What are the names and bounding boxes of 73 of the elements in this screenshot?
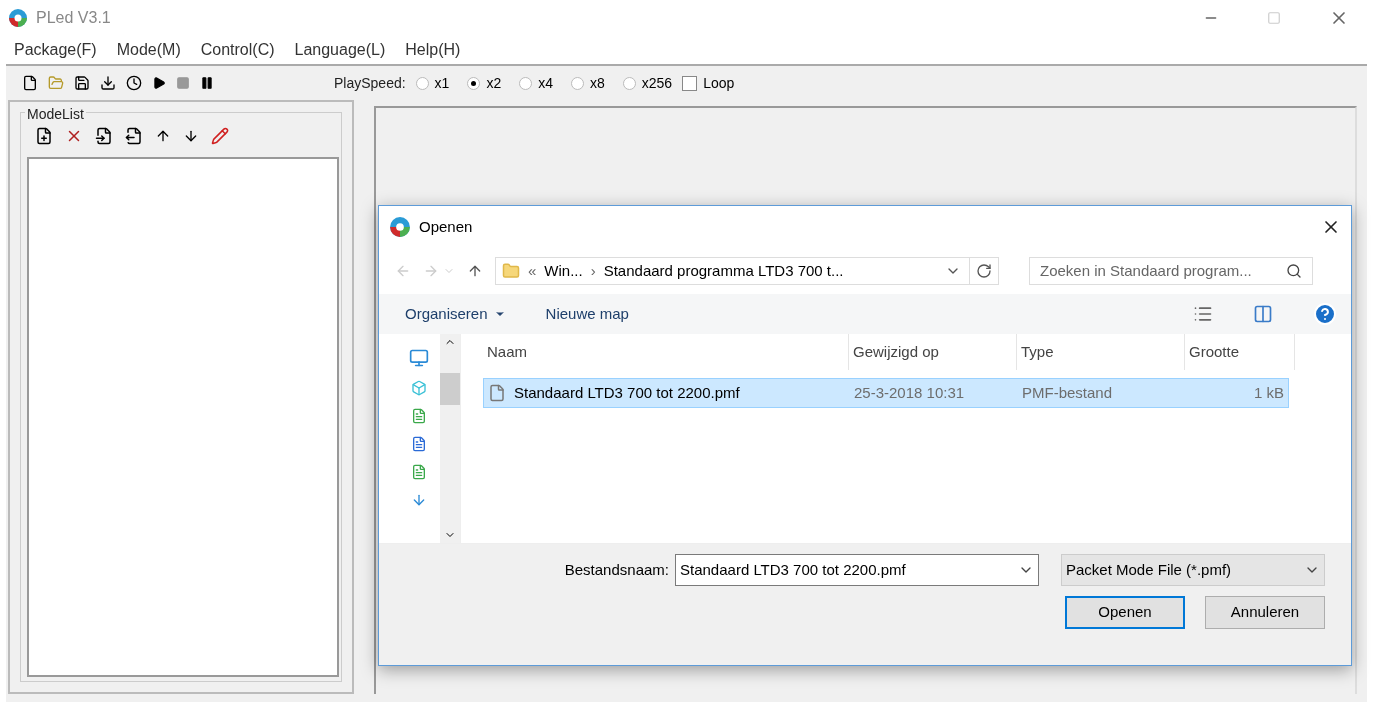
scrollbar-thumb[interactable] — [440, 372, 460, 405]
playspeed-label: PlaySpeed: — [334, 73, 406, 93]
edit-icon[interactable] — [211, 127, 229, 145]
menu-item[interactable]: Help(H) — [405, 38, 461, 62]
file-type: PMF-bestand — [1021, 382, 1114, 403]
pause-icon[interactable] — [200, 76, 214, 90]
move-down-icon[interactable] — [183, 128, 199, 144]
file-modified: 25-3-2018 10:31 — [853, 382, 966, 403]
dialog-title: Openen — [419, 216, 473, 237]
radio-label: x2 — [486, 73, 502, 93]
download-icon[interactable] — [100, 75, 116, 91]
scrollbar[interactable] — [440, 334, 460, 543]
open-folder-icon[interactable] — [48, 75, 64, 91]
breadcrumb[interactable]: › — [590, 259, 596, 283]
command-button[interactable]: Organiseren — [405, 302, 506, 326]
filename-field[interactable]: Standaard LTD3 700 tot 2200.pmf — [675, 554, 1039, 586]
document-icon[interactable] — [411, 408, 427, 424]
play-icon[interactable] — [152, 76, 166, 90]
search-field[interactable]: Zoeken in Standaard program... — [1029, 257, 1313, 285]
breadcrumb[interactable]: « — [528, 259, 537, 283]
document-icon[interactable] — [411, 436, 427, 452]
filter-dropdown[interactable]: Packet Mode File (*.pmf) — [1061, 554, 1325, 586]
cancel-button[interactable]: Annuleren — [1205, 596, 1325, 629]
document-icon[interactable] — [411, 464, 427, 480]
open-button[interactable]: Openen — [1065, 596, 1185, 629]
breadcrumb[interactable]: Win... — [544, 259, 583, 283]
import-file-icon[interactable] — [95, 127, 113, 145]
loop-checkbox[interactable] — [682, 75, 698, 91]
dialog-logo-icon — [389, 216, 411, 238]
column-header[interactable]: Grootte — [1185, 334, 1295, 370]
menu-item[interactable]: Package(F) — [14, 38, 97, 62]
search-icon — [1286, 263, 1302, 279]
file-icon — [488, 383, 506, 403]
refresh-icon[interactable] — [976, 263, 992, 279]
menu-item[interactable]: Mode(M) — [116, 38, 181, 62]
file-row[interactable]: Standaard LTD3 700 tot 2200.pmf 25-3-2018 10:31 PMF-bestand 1 kB — [483, 378, 1289, 408]
radio-button[interactable] — [622, 76, 636, 90]
column-header[interactable]: Gewijzigd op — [849, 334, 1017, 370]
up-icon[interactable] — [467, 263, 483, 279]
new-file-icon[interactable] — [22, 75, 38, 91]
radio-button[interactable] — [415, 76, 429, 90]
folder-icon — [502, 261, 520, 281]
radio-button[interactable] — [519, 76, 533, 90]
download-arrow-icon[interactable] — [411, 492, 427, 508]
help-icon[interactable] — [1313, 302, 1337, 326]
radio-label: x256 — [641, 73, 673, 93]
radio-label: x8 — [590, 73, 605, 93]
window-title: PLed V3.1 — [36, 8, 111, 28]
monitor-icon[interactable] — [409, 348, 429, 368]
column-header[interactable]: Naam — [483, 334, 849, 370]
breadcrumb[interactable]: Standaard programma LTD3 700 t... — [603, 259, 844, 283]
preview-pane-icon[interactable] — [1253, 304, 1273, 324]
checkbox-label: Loop — [703, 73, 735, 93]
file-size: 1 kB — [1253, 382, 1285, 403]
radio-label: x1 — [434, 73, 450, 93]
radio-button[interactable] — [467, 76, 481, 90]
save-icon[interactable] — [74, 75, 90, 91]
clock-icon[interactable] — [126, 75, 142, 91]
file-name: Standaard LTD3 700 tot 2200.pmf — [514, 382, 740, 403]
address-bar[interactable]: « Win... › Standaard programma LTD3 700 t... — [495, 257, 999, 285]
view-options-icon[interactable] — [1193, 304, 1213, 324]
menu-item[interactable]: Language(L) — [294, 38, 386, 62]
stop-icon[interactable] — [176, 76, 190, 90]
menu-item[interactable]: Control(C) — [200, 38, 275, 62]
export-file-icon[interactable] — [125, 127, 143, 145]
move-up-icon[interactable] — [155, 128, 171, 144]
radio-button[interactable] — [571, 76, 584, 90]
filename-label: Bestandsnaam: — [564, 559, 669, 580]
radio-label: x4 — [538, 73, 553, 93]
command-button[interactable]: Nieuwe map — [545, 302, 629, 326]
column-header[interactable]: Type — [1017, 334, 1185, 370]
add-file-icon[interactable] — [35, 127, 53, 145]
app-logo-icon — [8, 8, 28, 28]
